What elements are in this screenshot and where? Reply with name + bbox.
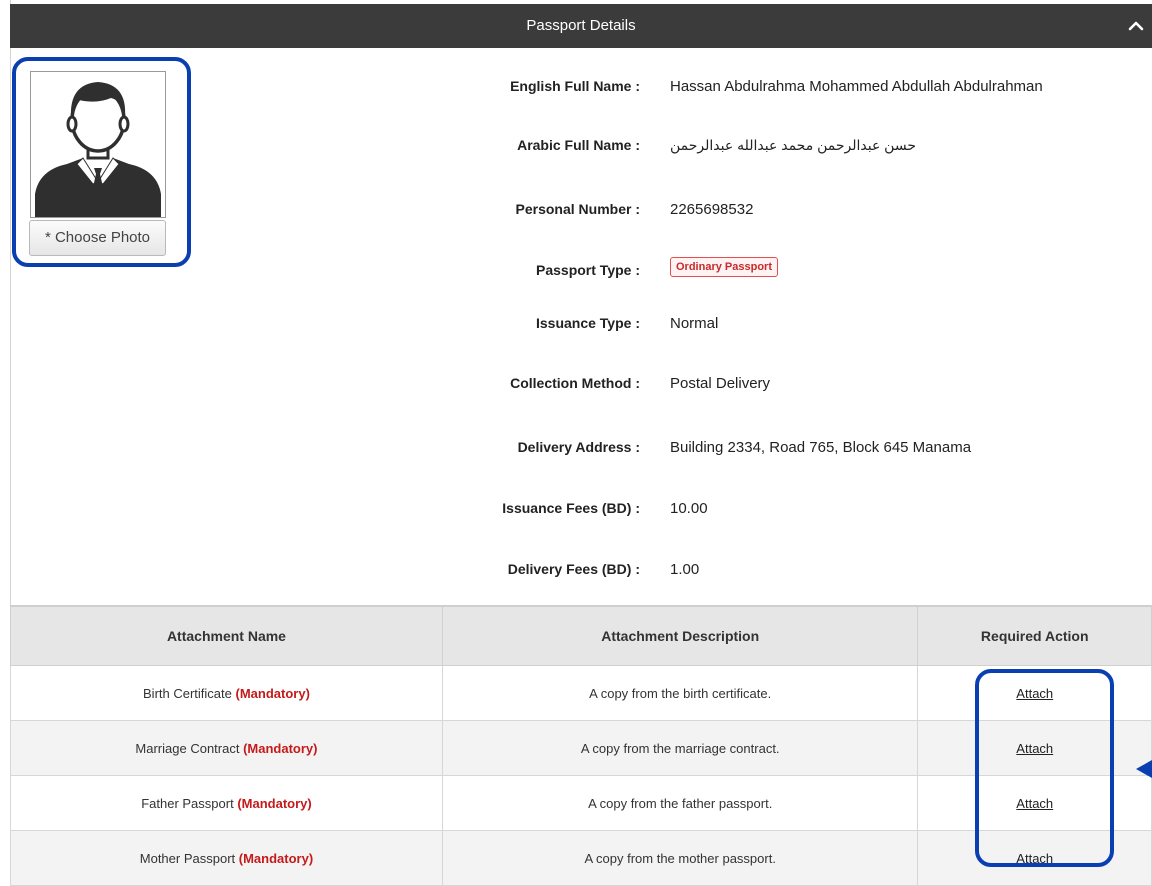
field-value: Postal Delivery [670, 375, 771, 392]
attachment-name: Mother Passport [139, 850, 236, 866]
field-label: English Full Name : [510, 78, 640, 94]
field-english-name: English Full Name : Hassan Abdulrahma Mo… [430, 78, 1150, 102]
attachment-name: Birth Certificate [143, 685, 232, 701]
table-row: Marriage Contract (Mandatory) A copy fro… [10, 720, 1152, 776]
required-action-cell: Attach [917, 830, 1152, 886]
mandatory-label: (Mandatory) [243, 740, 318, 756]
attachment-description: A copy from the marriage contract. [441, 720, 919, 776]
table-header-row: Attachment Name Attachment Description R… [10, 605, 1152, 666]
field-label: Passport Type : [536, 262, 640, 278]
attach-link-mother-passport[interactable]: Attach [1016, 851, 1053, 866]
attachments-table: Attachment Name Attachment Description R… [10, 605, 1152, 886]
field-personal-number: Personal Number : 2265698532 [430, 201, 1150, 225]
field-delivery-fees: Delivery Fees (BD) : 1.00 [430, 561, 1150, 585]
field-value: Hassan Abdulrahma Mohammed Abdullah Abdu… [670, 78, 1043, 95]
table-row: Birth Certificate (Mandatory) A copy fro… [10, 665, 1152, 721]
field-passport-type: Passport Type : Ordinary Passport [430, 257, 1150, 284]
status-badge: Ordinary Passport [670, 257, 778, 277]
required-action-cell: Attach [917, 775, 1152, 831]
attachment-name: Marriage Contract [135, 740, 240, 756]
passport-type-badge: Ordinary Passport [670, 257, 778, 277]
field-value: 1.00 [670, 561, 700, 578]
field-value: Building 2334, Road 765, Block 645 Manam… [670, 439, 972, 456]
field-issuance-fees: Issuance Fees (BD) : 10.00 [430, 500, 1150, 524]
mandatory-label: (Mandatory) [238, 850, 314, 866]
attachment-name-cell: Birth Certificate (Mandatory) [10, 665, 443, 721]
column-header-attachment-name: Attachment Name [10, 605, 443, 666]
attachment-description: A copy from the father passport. [441, 775, 919, 831]
attachment-name-cell: Marriage Contract (Mandatory) [10, 720, 443, 776]
arrow-left-icon [1136, 760, 1152, 778]
field-value: 2265698532 [670, 201, 754, 218]
attachment-description: A copy from the birth certificate. [441, 665, 919, 721]
table-row: Mother Passport (Mandatory) A copy from … [10, 830, 1152, 886]
field-issuance-type: Issuance Type : Normal [430, 315, 1150, 339]
field-value: حسن عبدالرحمن محمد عبدالله عبدالرحمن [670, 137, 916, 153]
column-header-attachment-description: Attachment Description [441, 605, 919, 666]
mandatory-label: (Mandatory) [237, 795, 312, 811]
section-header[interactable]: Passport Details [10, 4, 1152, 48]
field-value: 10.00 [670, 500, 708, 517]
mandatory-label: (Mandatory) [235, 685, 310, 701]
field-delivery-address: Delivery Address : Building 2334, Road 7… [430, 439, 1150, 463]
table-row: Father Passport (Mandatory) A copy from … [10, 775, 1152, 831]
field-label: Delivery Fees (BD) : [507, 561, 640, 577]
required-action-cell: Attach [917, 720, 1152, 776]
attach-link-marriage-contract[interactable]: Attach [1016, 741, 1053, 756]
field-arabic-name: Arabic Full Name : حسن عبدالرحمن محمد عب… [430, 137, 1150, 161]
field-value: Normal [670, 315, 719, 332]
photo-highlight [12, 57, 191, 267]
field-collection-method: Collection Method : Postal Delivery [430, 375, 1150, 399]
attachment-description: A copy from the mother passport. [441, 830, 919, 886]
field-label: Issuance Fees (BD) : [502, 500, 640, 516]
section-title: Passport Details [526, 17, 636, 34]
attachment-name: Father Passport [141, 795, 234, 811]
column-header-required-action: Required Action [917, 605, 1152, 666]
field-label: Delivery Address : [517, 439, 640, 455]
attachment-name-cell: Father Passport (Mandatory) [10, 775, 443, 831]
field-label: Issuance Type : [535, 315, 640, 331]
attach-link-birth-certificate[interactable]: Attach [1016, 686, 1053, 701]
attach-link-father-passport[interactable]: Attach [1016, 796, 1053, 811]
field-label: Personal Number : [515, 201, 640, 217]
attachment-name-cell: Mother Passport (Mandatory) [10, 830, 443, 886]
field-label: Arabic Full Name : [517, 137, 640, 153]
required-action-cell: Attach [917, 665, 1152, 721]
field-label: Collection Method : [510, 375, 640, 391]
page: Passport Details * Choose Photo English … [0, 0, 1152, 886]
chevron-up-icon[interactable] [1126, 16, 1146, 36]
